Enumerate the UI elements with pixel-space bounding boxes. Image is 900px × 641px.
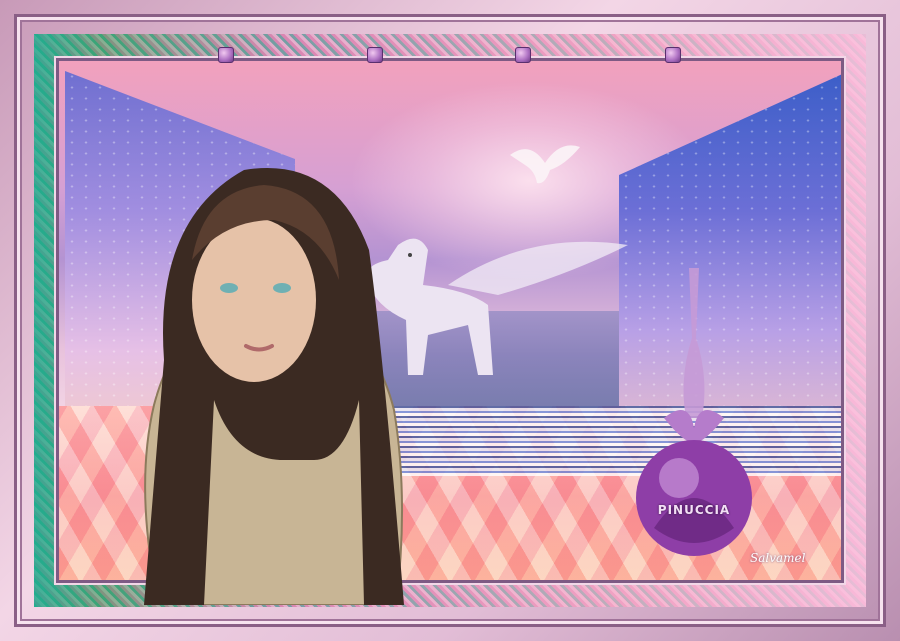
frame-nail xyxy=(665,47,681,63)
artist-signature: Salvamel xyxy=(750,551,806,565)
frame-nail xyxy=(515,47,531,63)
perfume-label-layer: PINUCCIA xyxy=(634,268,754,568)
woman-portrait xyxy=(144,167,404,605)
perfume-label: PINUCCIA xyxy=(657,503,731,517)
striped-band xyxy=(329,406,841,476)
digital-art-collage: PINUCCIA Salvamel xyxy=(0,0,900,641)
dove-icon xyxy=(510,145,580,184)
frame-nail xyxy=(367,47,383,63)
frame-nail xyxy=(218,47,234,63)
